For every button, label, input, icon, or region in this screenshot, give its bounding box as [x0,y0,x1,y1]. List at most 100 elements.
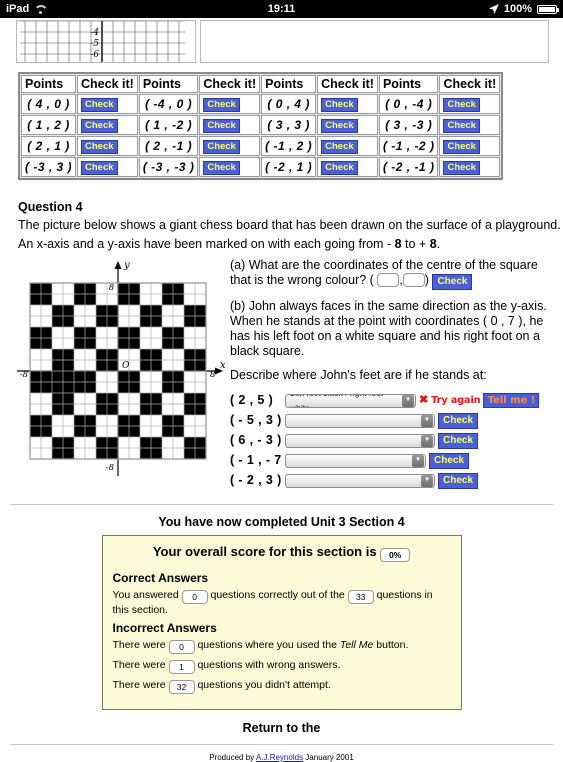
row2-post-label: questions with wrong answers. [197,659,341,671]
point-cell: ( 1 , 2 ) [21,115,77,135]
check-button[interactable]: Check [81,140,118,154]
feet-check-button-4[interactable]: Check [429,452,470,469]
feet-coord-label: ( 6 , - 3 ) [230,433,282,447]
check-button[interactable]: Check [443,98,480,112]
part-a-check-button[interactable]: Check [432,274,473,290]
check-button[interactable]: Check [203,98,240,112]
feet-select-3[interactable]: ▼ [285,433,435,448]
intro-part-c: to + [401,237,430,251]
red-x-icon: ✖ [419,394,429,406]
col-checkit-1: Check it! [77,75,138,93]
point-cell: ( 2 , 1 ) [21,136,77,156]
point-cell: ( 0 , -4 ) [378,94,439,114]
overall-score-value: 0% [380,548,411,562]
check-button[interactable]: Check [203,140,240,154]
point-cell: ( -2 , 1 ) [261,157,317,177]
part-a-x-input[interactable] [377,273,400,287]
check-button[interactable]: Check [321,140,358,154]
feet-select-1[interactable]: Left foot black / right foot white ▼ [285,393,416,408]
part-a-block: (a) What are the coordinates of the cent… [230,258,553,290]
svg-text:-5: -5 [90,39,99,49]
feet-row-5: ( - 2 , 3 ) ▼ Check [230,472,553,489]
col-checkit-3: Check it! [317,75,378,93]
check-button[interactable]: Check [203,119,240,133]
status-clock: 19:11 [267,3,296,15]
try-again-label: Try again [431,395,481,406]
check-cell: Check [317,94,378,114]
col-checkit-2: Check it! [199,75,261,93]
point-cell: ( -2 , -1 ) [378,157,439,177]
author-link[interactable]: A.J.Reynolds [256,753,303,762]
feet-check-button-5[interactable]: Check [438,472,479,489]
part-a-close: ) [424,273,429,287]
row1-em-label: Tell Me [339,639,374,651]
feet-check-button-3[interactable]: Check [438,432,479,449]
check-button[interactable]: Check [321,119,358,133]
tellme-count-line: There were 0 questions where you used th… [113,639,451,654]
check-cell: Check [439,115,501,135]
col-points-1: Points [21,75,77,93]
check-button[interactable]: Check [443,161,480,175]
check-cell: Check [439,94,501,114]
check-cell: Check [317,115,378,135]
point-cell: ( 3 , 3 ) [261,115,317,135]
chevron-down-icon: ▼ [421,414,433,427]
col-checkit-4: Check it! [439,75,501,93]
produced-post-label: January 2001 [305,753,354,762]
check-cell: Check [199,157,261,177]
check-button[interactable]: Check [81,119,118,133]
intro-part-a: An x-axis and a y-axis have been marked … [18,237,395,251]
check-button[interactable]: Check [81,98,118,112]
question-4-intro-line-1: The picture below shows a giant chess bo… [18,218,561,232]
row1-pre-label: There were [112,639,166,651]
check-button[interactable]: Check [321,98,358,112]
check-cell: Check [77,115,138,135]
worksheet-page: -4 -5 -6 Points Check it! Points Check i… [0,20,563,762]
check-button[interactable]: Check [203,161,240,175]
feet-select-2[interactable]: ▼ [285,413,435,428]
feet-select-5[interactable]: ▼ [285,473,435,488]
correct-answers-heading: Correct Answers [112,571,209,585]
correct-pre-label: You answered [112,589,179,601]
chevron-down-icon: ▼ [421,474,433,487]
location-arrow-icon [488,4,499,14]
coordinates-check-table: Points Check it! Points Check it! Points… [18,72,504,180]
score-panel: Your overall score for this section is 0… [101,535,462,710]
return-link[interactable]: Return to the [0,721,563,735]
feet-select-4[interactable]: ▼ [285,453,426,468]
check-button[interactable]: Check [321,161,358,175]
feet-check-button-2[interactable]: Check [438,412,479,429]
check-cell: Check [199,115,261,135]
board-label-left: -8 [20,370,29,380]
table-row: ( 4 , 0 ) Check ( -4 , 0 ) Check ( 0 , 4… [21,94,501,114]
tell-me-button[interactable]: Tell me ! [483,393,540,408]
check-cell: Check [317,157,378,177]
table-row: ( 1 , 2 ) Check ( 1 , -2 ) Check ( 3 , 3… [21,115,501,135]
point-cell: ( -3 , -3 ) [138,157,199,177]
produced-pre-label: Produced by [209,753,255,762]
check-button[interactable]: Check [81,161,118,175]
table-row: ( 2 , 1 ) Check ( 2 , -1 ) Check ( -1 , … [21,136,501,156]
check-cell: Check [77,136,138,156]
ios-status-bar: iPad 19:11 100% [0,0,563,18]
top-graph-right [200,20,549,63]
top-graph-left: -4 -5 -6 [16,20,196,63]
check-button[interactable]: Check [443,119,480,133]
question-4-heading: Question 4 [18,200,83,214]
chevron-down-icon: ▼ [421,434,433,447]
correct-mid-label: questions correctly out of the [210,589,345,601]
feet-row-1: ( 2 , 5 ) Left foot black / right foot w… [230,392,553,409]
feet-select-value: Left foot black / right foot white [290,395,383,408]
part-a-y-input[interactable] [402,273,425,287]
board-label-bottom: -8 [106,463,115,473]
check-cell: Check [77,157,138,177]
part-b-text: (b) John always faces in the same direct… [230,299,547,358]
check-cell: Check [317,136,378,156]
point-cell: ( -1 , -2 ) [378,136,439,156]
score-heading-label: Your overall score for this section is [152,544,377,559]
check-button[interactable]: Check [443,140,480,154]
tellme-count-value: 0 [168,640,195,654]
svg-text:-4: -4 [90,28,99,38]
x-axis-label: x [220,360,226,371]
col-points-2: Points [138,75,199,93]
